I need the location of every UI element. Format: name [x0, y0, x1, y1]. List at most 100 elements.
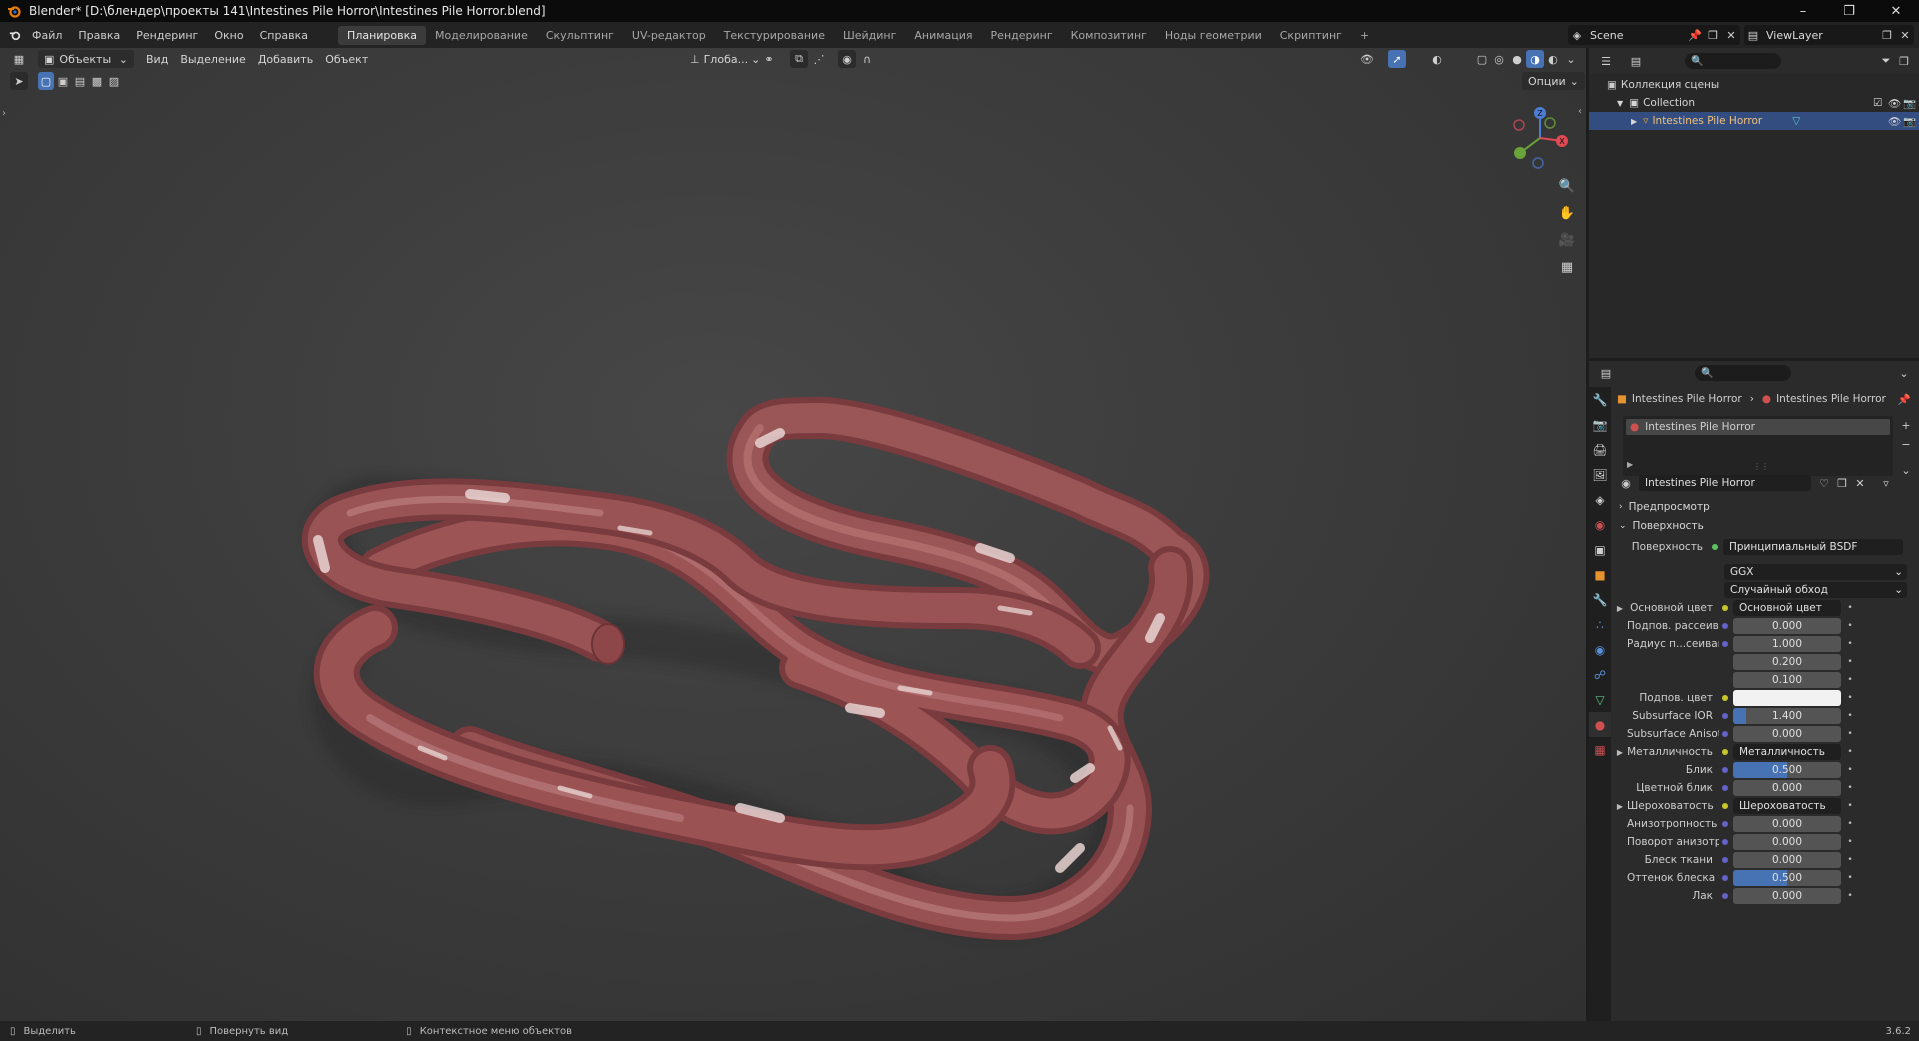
input-socket-icon[interactable] — [1722, 749, 1728, 755]
view-layer-selector[interactable]: ▤ ViewLayer ❐ ✕ — [1744, 25, 1914, 45]
unlink-material-icon[interactable]: ✕ — [1851, 474, 1869, 492]
tab-texture-paint[interactable]: Текстурирование — [715, 26, 834, 45]
input-socket-icon[interactable] — [1722, 623, 1728, 629]
expand-arrow-icon[interactable]: ▶ — [1631, 117, 1637, 126]
preview-panel-header[interactable]: › Предпросмотр — [1613, 497, 1919, 517]
new-scene-icon[interactable]: ❐ — [1704, 26, 1722, 44]
input-socket-icon[interactable] — [1722, 605, 1728, 611]
surface-shader-field[interactable]: Принципиальный BSDF — [1723, 539, 1903, 555]
constraints-tab-icon[interactable]: ☍ — [1589, 662, 1611, 687]
close-icon[interactable]: ✕ — [1873, 0, 1919, 22]
tab-modeling[interactable]: Моделирование — [426, 26, 537, 45]
expand-arrow-icon[interactable]: ▶ — [1627, 460, 1633, 469]
intestines-model[interactable] — [0, 48, 1586, 1021]
new-view-layer-icon[interactable]: ❐ — [1878, 26, 1896, 44]
expand-arrow-icon[interactable]: ▶ — [1613, 604, 1627, 613]
value-slider[interactable]: 0.200 — [1733, 654, 1841, 670]
linked-input-field[interactable]: Основной цвет — [1733, 600, 1841, 616]
keyframe-dot-icon[interactable]: • — [1841, 819, 1859, 829]
tab-animation[interactable]: Анимация — [905, 26, 981, 45]
expand-arrow-icon[interactable]: ▼ — [1617, 99, 1623, 108]
eye-icon[interactable]: 👁 — [1888, 115, 1901, 128]
material-tab-icon[interactable]: ● — [1589, 712, 1611, 737]
value-slider[interactable]: 1.400 — [1733, 708, 1841, 724]
render-tab-icon[interactable]: 📷 — [1589, 412, 1611, 437]
remove-slot-icon[interactable]: − — [1897, 435, 1915, 453]
outliner-scene-collection[interactable]: ▣ Коллекция сцены — [1589, 76, 1919, 94]
linked-input-field[interactable]: Шероховатость — [1733, 798, 1841, 814]
zoom-icon[interactable]: 🔍 — [1555, 174, 1579, 198]
eye-icon[interactable]: 👁 — [1888, 97, 1901, 110]
value-slider[interactable]: 0.100 — [1733, 672, 1841, 688]
blender-menu-icon[interactable] — [6, 26, 24, 44]
outliner-object-intestines[interactable]: ▶ ▿ Intestines Pile Horror ▽ 👁 📷 — [1589, 112, 1919, 130]
value-slider[interactable]: 0.500 — [1733, 870, 1841, 886]
value-slider[interactable]: 0.000 — [1733, 888, 1841, 904]
outliner-search-input[interactable]: 🔍 — [1685, 53, 1781, 69]
value-slider[interactable]: 0.000 — [1733, 816, 1841, 832]
keyframe-dot-icon[interactable]: • — [1841, 801, 1859, 811]
add-workspace-icon[interactable]: + — [1351, 26, 1378, 45]
camera-icon[interactable]: 📷 — [1903, 97, 1916, 110]
tab-uv-editing[interactable]: UV-редактор — [623, 26, 715, 45]
material-name-field[interactable]: Intestines Pile Horror — [1639, 475, 1811, 491]
keyframe-dot-icon[interactable]: • — [1841, 711, 1859, 721]
menu-window[interactable]: Окно — [206, 29, 251, 42]
filter-icon[interactable]: ⏷ — [1877, 52, 1895, 70]
material-link-icon[interactable]: ▿ — [1877, 474, 1895, 492]
3d-viewport[interactable]: ▦ ▣ Объекты ⌄ Вид Выделение Добавить Объ… — [0, 48, 1586, 1021]
material-slot-list[interactable]: ● Intestines Pile Horror ▶ ⋮⋮ — [1623, 416, 1893, 476]
input-socket-icon[interactable] — [1722, 857, 1728, 863]
keyframe-dot-icon[interactable]: • — [1841, 765, 1859, 775]
input-socket-icon[interactable] — [1722, 821, 1728, 827]
camera-icon[interactable]: 📷 — [1903, 115, 1916, 128]
grid-projection-icon[interactable]: ▦ — [1555, 255, 1579, 279]
expand-arrow-icon[interactable]: ▶ — [1613, 802, 1627, 811]
menu-file[interactable]: Файл — [24, 29, 70, 42]
texture-tab-icon[interactable]: ▦ — [1589, 737, 1611, 762]
camera-view-icon[interactable]: 🎥 — [1555, 228, 1579, 252]
keyframe-dot-icon[interactable]: • — [1841, 873, 1859, 883]
object-tab-icon[interactable]: ■ — [1589, 562, 1611, 587]
subsurface-method-dropdown[interactable]: Случайный обход ⌄ — [1724, 582, 1907, 598]
delete-view-layer-icon[interactable]: ✕ — [1896, 26, 1914, 44]
tab-scripting[interactable]: Скриптинг — [1271, 26, 1351, 45]
delete-scene-icon[interactable]: ✕ — [1722, 26, 1740, 44]
scene-selector[interactable]: ◈ Scene 📌 ❐ ✕ — [1568, 25, 1740, 45]
display-mode-icon[interactable]: ▤ — [1627, 52, 1645, 70]
tab-layout[interactable]: Планировка — [338, 25, 427, 45]
keyframe-dot-icon[interactable]: • — [1841, 729, 1859, 739]
material-slot-row[interactable]: ● Intestines Pile Horror — [1626, 419, 1890, 435]
tab-geometry-nodes[interactable]: Ноды геометрии — [1156, 26, 1271, 45]
pin-icon[interactable]: 📌 — [1898, 393, 1911, 406]
outliner-editor-icon[interactable]: ☰ — [1597, 52, 1615, 70]
outliner-collection[interactable]: ▼ ▣ Collection ☑ 👁 📷 — [1589, 94, 1919, 112]
input-socket-icon[interactable] — [1722, 713, 1728, 719]
tab-shading[interactable]: Шейдинг — [834, 26, 905, 45]
tool-tab-icon[interactable]: 🔧 — [1589, 387, 1611, 412]
value-slider[interactable]: 1.000 — [1733, 636, 1841, 652]
input-socket-icon[interactable] — [1722, 803, 1728, 809]
data-tab-icon[interactable]: ▽ — [1589, 687, 1611, 712]
keyframe-dot-icon[interactable]: • — [1841, 621, 1859, 631]
new-collection-icon[interactable]: ❐ — [1895, 52, 1913, 70]
tab-compositing[interactable]: Композитинг — [1062, 26, 1156, 45]
pin-icon[interactable]: 📌 — [1686, 26, 1704, 44]
value-slider[interactable]: 0.000 — [1733, 780, 1841, 796]
input-socket-icon[interactable] — [1722, 641, 1728, 647]
world-tab-icon[interactable]: ◉ — [1589, 512, 1611, 537]
value-slider[interactable]: 0.000 — [1733, 618, 1841, 634]
keyframe-dot-icon[interactable]: • — [1841, 837, 1859, 847]
resize-handle-icon[interactable]: ⋮⋮ — [1753, 462, 1769, 471]
particles-tab-icon[interactable]: ∴ — [1589, 612, 1611, 637]
checkbox-icon[interactable]: ☑ — [1873, 97, 1882, 109]
keyframe-dot-icon[interactable]: • — [1841, 657, 1859, 667]
chevron-down-icon[interactable]: ⌄ — [1895, 364, 1913, 382]
keyframe-dot-icon[interactable]: • — [1841, 693, 1859, 703]
linked-input-field[interactable]: Металличность — [1733, 744, 1841, 760]
input-socket-icon[interactable] — [1722, 785, 1728, 791]
pan-hand-icon[interactable]: ✋ — [1555, 201, 1579, 225]
input-socket-icon[interactable] — [1722, 731, 1728, 737]
material-browse-icon[interactable]: ◉ — [1617, 474, 1635, 492]
output-tab-icon[interactable]: 🖨 — [1589, 437, 1611, 462]
